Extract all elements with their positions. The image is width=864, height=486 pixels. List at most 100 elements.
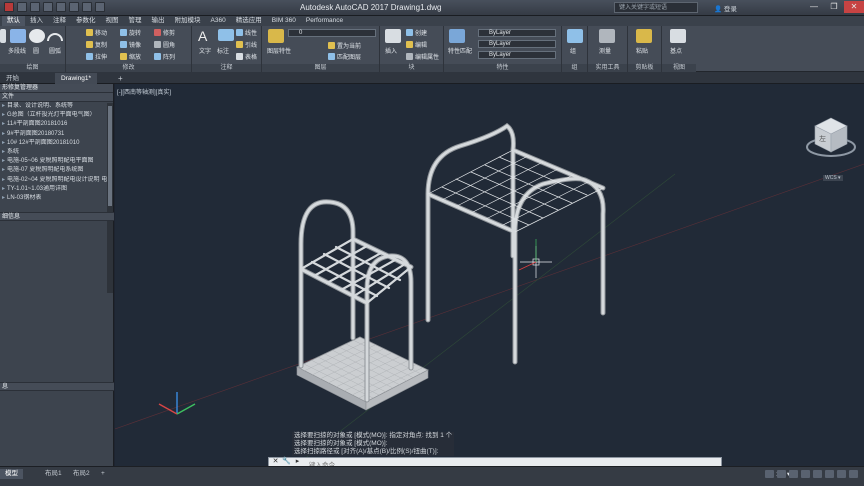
ribbon-tab-parametric[interactable]: 参数化 (71, 16, 101, 26)
list-item[interactable]: ▸ 11#平剖面图20181016 (0, 120, 113, 129)
ortho-toggle-icon[interactable] (789, 470, 798, 478)
tab-model[interactable]: 模型 (0, 469, 23, 479)
base-view-label: 基点 (670, 49, 683, 55)
drawing-viewport[interactable]: [-][西南等轴测][真实] 左 WCS ▾ (115, 84, 864, 466)
layer-properties-icon[interactable] (268, 29, 284, 43)
osnap-toggle-icon[interactable] (813, 470, 822, 478)
table-tool[interactable]: 表格 (236, 52, 257, 61)
close-button[interactable]: ✕ (844, 1, 864, 13)
maximize-button[interactable]: ❐ (824, 1, 844, 13)
list-item[interactable]: ▸ TY-1.01~1.03通用详图 (0, 185, 113, 194)
polar-toggle-icon[interactable] (801, 470, 810, 478)
doc-tab-drawing1[interactable]: Drawing1* (55, 73, 97, 84)
wcs-menu[interactable]: WCS ▾ (823, 175, 843, 181)
group-icon[interactable] (567, 29, 583, 43)
layer-dropdown[interactable]: 0 (288, 29, 376, 37)
list-item[interactable]: ▸ 系统 (0, 148, 113, 157)
move-tool[interactable]: 移动 (86, 28, 107, 37)
ribbon-tab-manage[interactable]: 管理 (124, 16, 147, 26)
ribbon-tab-bim360[interactable]: BIM 360 (267, 16, 301, 26)
list-item[interactable]: ▸ LN-03钢材表 (0, 194, 113, 203)
line-icon[interactable] (0, 29, 6, 43)
section-details[interactable]: 细信息 (0, 212, 114, 221)
linetype-dropdown[interactable]: ByLayer (478, 40, 556, 48)
fillet-tool[interactable]: 圆角 (154, 40, 175, 49)
app-menu-icon[interactable] (4, 2, 14, 12)
array-label: 阵列 (163, 55, 176, 61)
paste-icon[interactable] (636, 29, 652, 43)
lineweight-dropdown[interactable]: ByLayer (478, 51, 556, 59)
save-icon[interactable] (43, 2, 53, 12)
scale-tool[interactable]: 缩放 (120, 52, 141, 61)
fullscreen-icon[interactable] (837, 470, 846, 478)
new-file-icon[interactable] (17, 2, 27, 12)
text-icon[interactable]: A (198, 29, 214, 43)
copy-tool[interactable]: 复制 (86, 40, 107, 49)
list-item[interactable]: ▸ 目录、设计说明、系统等 (0, 102, 113, 111)
redo-icon[interactable] (95, 2, 105, 12)
minimize-button[interactable]: — (804, 1, 824, 13)
create-block-tool[interactable]: 创建 (406, 28, 427, 37)
section-files[interactable]: 文件 (0, 93, 113, 102)
ribbon-tab-insert[interactable]: 插入 (25, 16, 48, 26)
rotate-tool[interactable]: 旋转 (120, 28, 141, 37)
close-command-icon[interactable]: ✕ (271, 458, 280, 466)
mirror-tool[interactable]: 镜像 (120, 40, 141, 49)
set-current-tool[interactable]: 置为当前 (328, 41, 361, 50)
grid-toggle-icon[interactable] (765, 470, 774, 478)
ribbon-tab-featured-apps[interactable]: 精选应用 (231, 16, 267, 26)
plot-icon[interactable] (69, 2, 79, 12)
undo-icon[interactable] (82, 2, 92, 12)
new-tab-button[interactable]: + (112, 73, 129, 84)
model-space-drawing (115, 122, 864, 466)
doc-tab-start[interactable]: 开始 (0, 73, 25, 84)
ucs-icon (158, 392, 196, 415)
edit-block-tool[interactable]: 编辑 (406, 40, 427, 49)
ribbon-tab-annotate[interactable]: 注释 (48, 16, 71, 26)
panel-clipboard-label: 剪贴板 (628, 64, 661, 72)
linear-tool[interactable]: 线性 (236, 28, 257, 37)
circle-icon[interactable] (29, 29, 45, 43)
match-properties-icon[interactable] (449, 29, 465, 43)
arc-icon[interactable] (47, 33, 63, 41)
array-tool[interactable]: 阵列 (154, 52, 175, 61)
list-item[interactable]: ▸ 电施-07 夏税照明配电系统图 (0, 166, 113, 175)
ribbon-tab-view[interactable]: 视图 (101, 16, 124, 26)
login-button[interactable]: 👤 登录 (714, 3, 737, 13)
insert-block-icon[interactable] (385, 29, 401, 43)
polyline-icon[interactable] (10, 29, 26, 43)
match-layer-tool[interactable]: 匹配图层 (328, 52, 361, 61)
snap-toggle-icon[interactable] (777, 470, 786, 478)
stretch-tool[interactable]: 拉伸 (86, 52, 107, 61)
ribbon-tab-performance[interactable]: Performance (301, 16, 348, 26)
list-item[interactable]: ▸ G总图（立杆投光灯平面电气图） (0, 111, 113, 120)
customize-command-icon[interactable]: 🔧 (282, 458, 291, 466)
workspace-gear-icon[interactable] (825, 470, 834, 478)
new-layout-button[interactable]: + (96, 469, 110, 479)
trim-tool[interactable]: 修剪 (154, 28, 175, 37)
list-item[interactable]: ▸ 9#平剖面图20180731 (0, 130, 113, 139)
ribbon-tab-output[interactable]: 输出 (147, 16, 170, 26)
recent-commands-icon[interactable]: ▸ (293, 458, 302, 466)
viewcube[interactable]: 左 (805, 114, 857, 166)
color-dropdown[interactable]: ByLayer (478, 29, 556, 37)
tab-layout1[interactable]: 布局1 (40, 469, 67, 479)
ribbon-tab-a360[interactable]: A360 (206, 16, 231, 26)
leader-tool[interactable]: 引线 (236, 40, 257, 49)
save-as-icon[interactable] (56, 2, 66, 12)
scrollbar-thumb[interactable] (108, 106, 112, 206)
customize-menu-icon[interactable] (849, 470, 858, 478)
list-item[interactable]: ▸ 电施-05~06 夏税照明配电平面图 (0, 157, 113, 166)
list-item[interactable]: ▸ 电施-02~04 夏税照明配电设计说明 电 (0, 176, 113, 185)
edit-attributes-tool[interactable]: 编辑属性 (406, 52, 439, 61)
ribbon-tab-addins[interactable]: 附加模块 (170, 16, 206, 26)
measure-icon[interactable] (599, 29, 615, 43)
dimension-icon[interactable] (218, 29, 234, 41)
base-view-icon[interactable] (670, 29, 686, 43)
search-input[interactable]: 键入关键字或短语 (614, 2, 698, 13)
list-item[interactable]: ▸ 10# 12#平剖面图20181010 (0, 139, 113, 148)
tab-layout2[interactable]: 布局2 (68, 469, 95, 479)
section-info[interactable]: 息 (0, 382, 114, 391)
ribbon-tab-home[interactable]: 默认 (2, 16, 25, 26)
open-file-icon[interactable] (30, 2, 40, 12)
